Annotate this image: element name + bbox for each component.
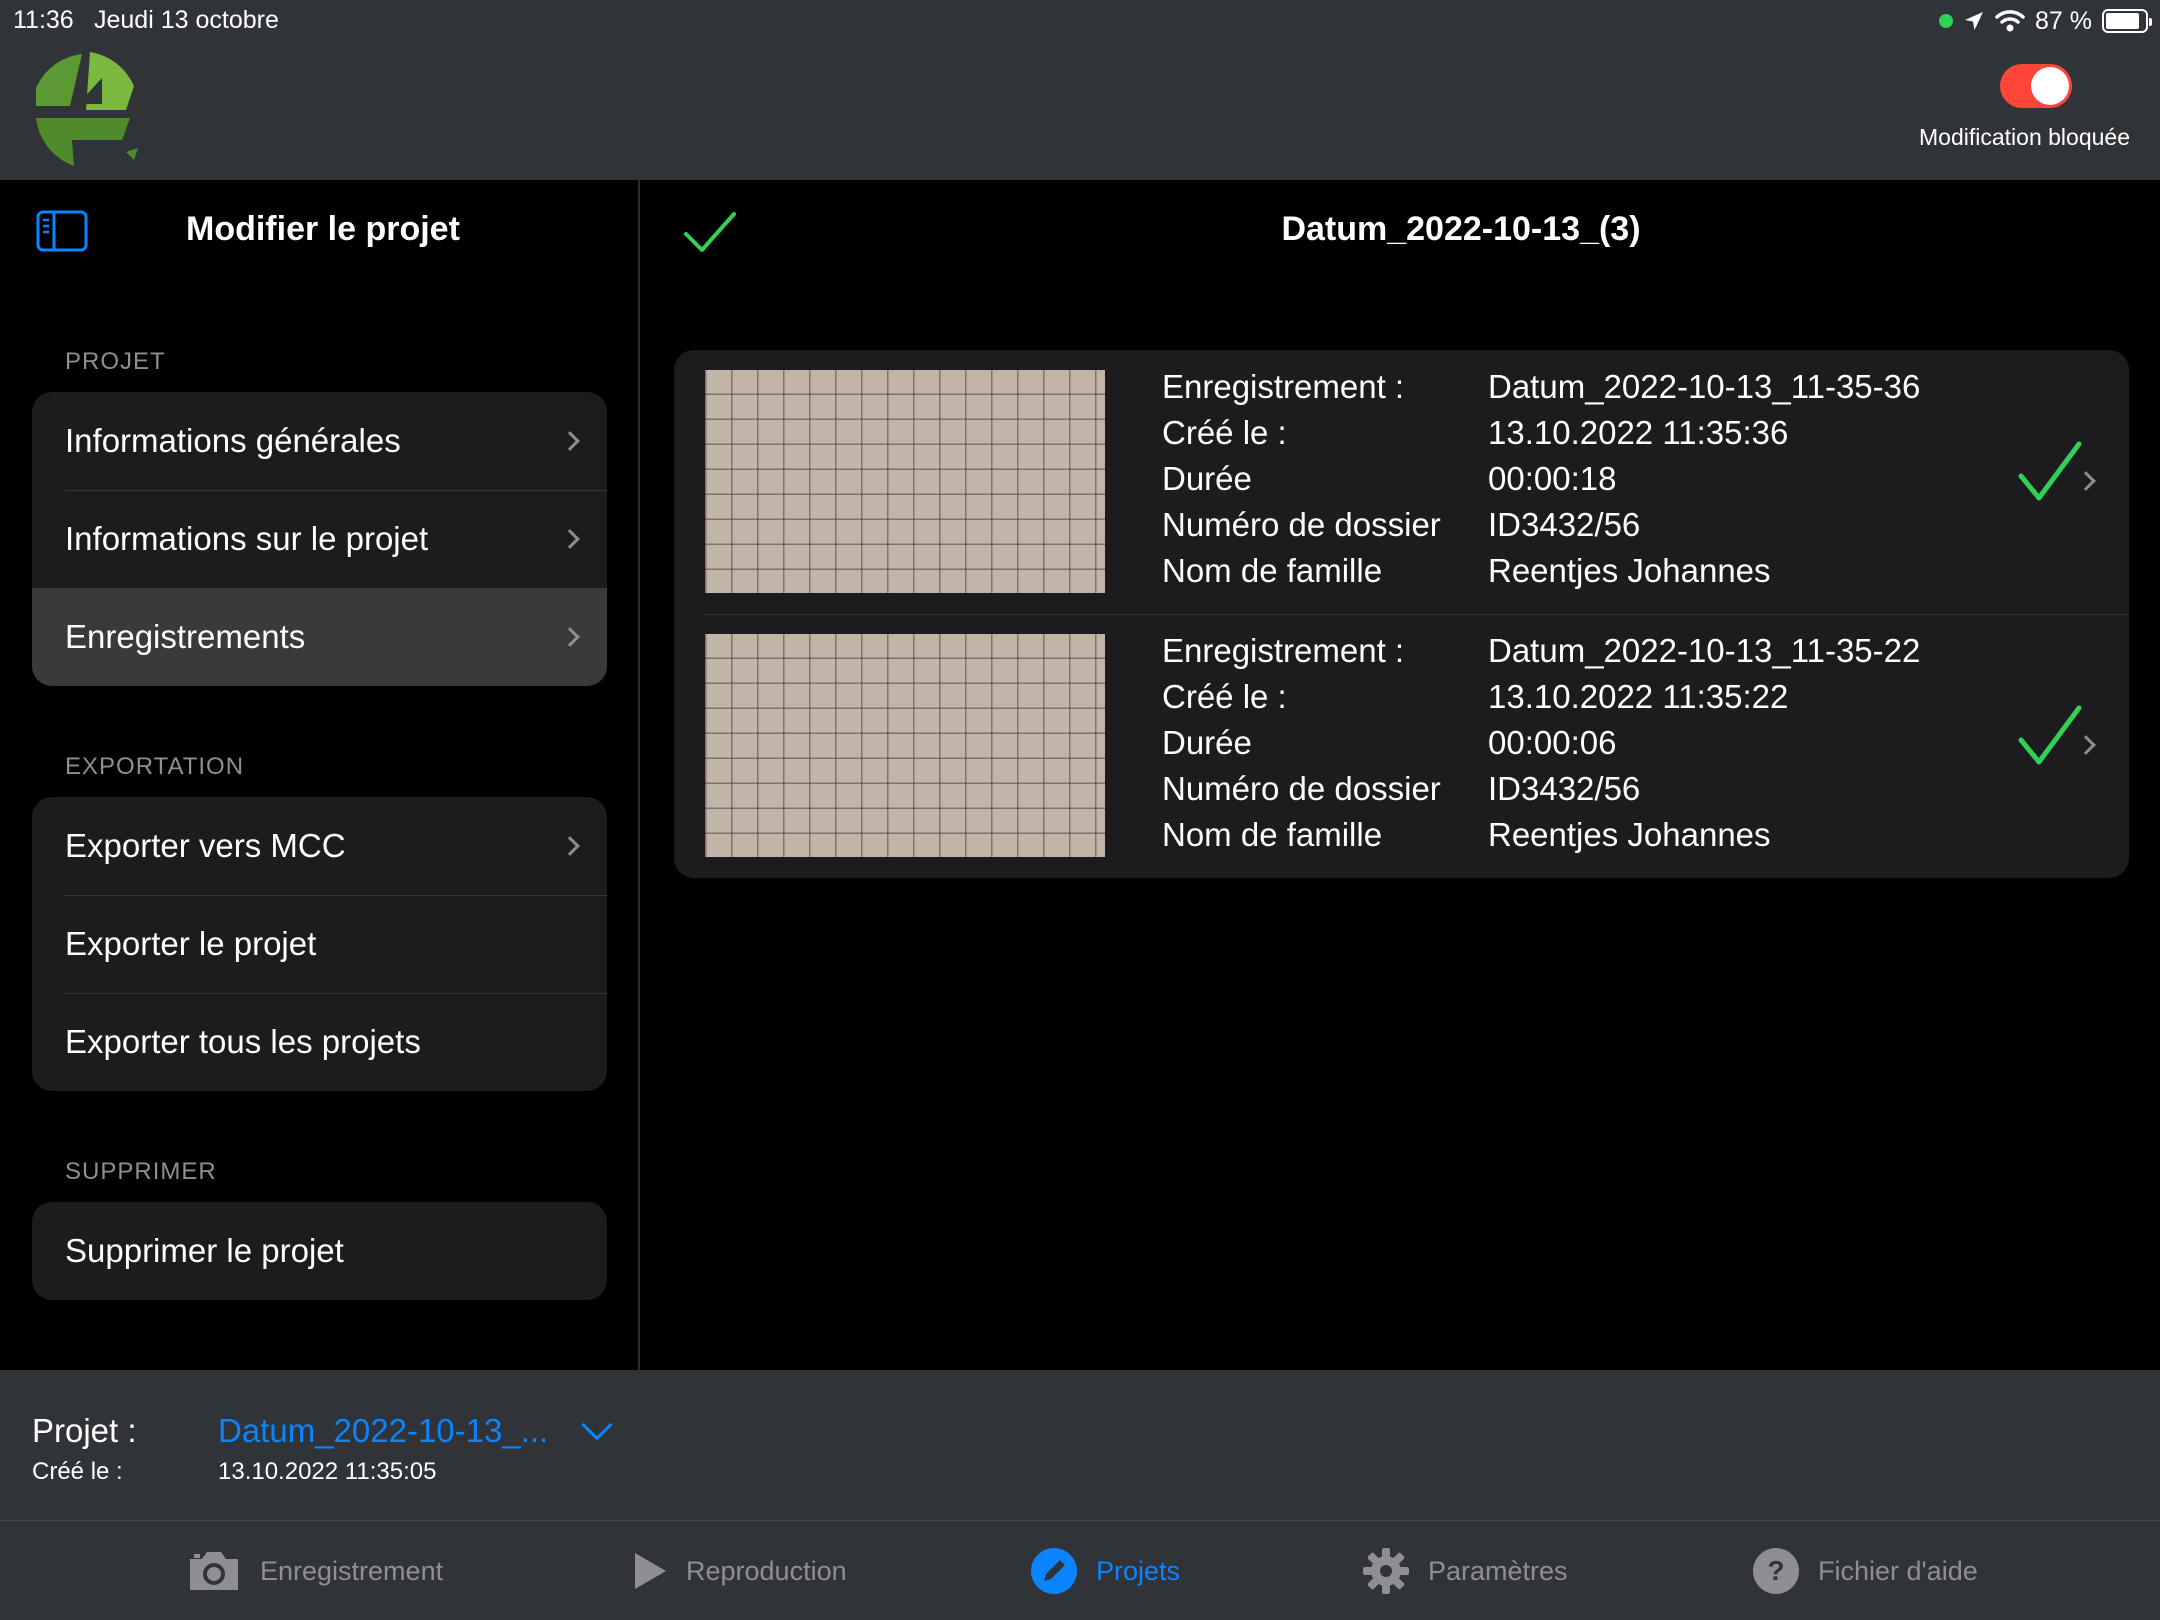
- chevron-down-icon[interactable]: [581, 1409, 613, 1441]
- tab-label: Enregistrement: [260, 1555, 444, 1586]
- recording-file-number: ID3432/56: [1488, 506, 1641, 543]
- help-icon: ?: [1753, 1548, 1799, 1594]
- sidebar-item-delete-project[interactable]: Supprimer le projet: [32, 1202, 607, 1300]
- recording-fields: Enregistrement : Datum_2022-10-13_11-35-2…: [1162, 628, 1920, 858]
- sidebar-item-recordings[interactable]: Enregistrements: [32, 588, 607, 686]
- group-supprimer: Supprimer le projet: [32, 1202, 607, 1300]
- chevron-right-icon: [560, 529, 580, 549]
- sidebar-item-label: Exporter le projet: [65, 925, 317, 962]
- status-indicators: 87 %: [1939, 4, 2152, 38]
- status-time: 11:36: [13, 6, 74, 34]
- gear-icon: [1363, 1548, 1409, 1594]
- recording-thumbnail: [705, 370, 1105, 593]
- battery-percent: 87 %: [2035, 6, 2092, 35]
- sidebar-item-label: Informations générales: [65, 422, 401, 459]
- top-header: 11:36 Jeudi 13 octobre 87 % Modification…: [0, 0, 2160, 180]
- sidebar: Modifier le projet PROJET Informations g…: [0, 180, 640, 1370]
- project-created-label: Créé le :: [32, 1458, 123, 1485]
- play-icon: [635, 1553, 666, 1589]
- sidebar-item-label: Enregistrements: [65, 618, 306, 655]
- project-created-value: 13.10.2022 11:35:05: [218, 1458, 437, 1485]
- recording-created: 13.10.2022 11:35:22: [1488, 678, 1789, 715]
- tab-projets[interactable]: Projets: [1030, 1521, 1180, 1620]
- project-label: Projet :: [32, 1412, 137, 1449]
- tab-parametres[interactable]: Paramètres: [1362, 1521, 1568, 1620]
- app-logo: [36, 52, 138, 166]
- sidebar-item-label: Exporter tous les projets: [65, 1023, 421, 1060]
- sidebar-item-project-info[interactable]: Informations sur le projet: [32, 490, 607, 588]
- chevron-right-icon: [560, 836, 580, 856]
- detail-title: Datum_2022-10-13_(3): [1281, 210, 1641, 248]
- group-projet: Informations générales Informations sur …: [32, 392, 607, 686]
- location-icon: [1965, 12, 1984, 30]
- tab-label: Paramètres: [1428, 1555, 1568, 1586]
- recording-created: 13.10.2022 11:35:36: [1488, 414, 1789, 451]
- recording-duration: 00:00:18: [1488, 460, 1617, 497]
- status-date: Jeudi 13 octobre: [94, 6, 279, 34]
- recording-name: Datum_2022-10-13_11-35-36: [1488, 368, 1921, 405]
- recordings-list: Enregistrement : Datum_2022-10-13_11-35-3…: [674, 350, 2129, 878]
- detail-pane: Datum_2022-10-13_(3) Enregistrement : Dat…: [642, 180, 2160, 1370]
- project-selector[interactable]: Datum_2022-10-13_...: [218, 1412, 548, 1450]
- file-number-label: Numéro de dossier: [1162, 770, 1441, 807]
- recording-label: Enregistrement :: [1162, 632, 1405, 669]
- created-label: Créé le :: [1162, 414, 1287, 451]
- recording-fields: Enregistrement : Datum_2022-10-13_11-35-3…: [1162, 364, 1920, 594]
- recording-file-number: ID3432/56: [1488, 770, 1641, 807]
- recording-row[interactable]: Enregistrement : Datum_2022-10-13_11-35-3…: [674, 350, 2129, 614]
- recording-label: Enregistrement :: [1162, 368, 1405, 405]
- project-bar: Projet : Créé le : Datum_2022-10-13_... …: [0, 1370, 2160, 1520]
- tab-reproduction[interactable]: Reproduction: [632, 1521, 847, 1620]
- recording-duration: 00:00:06: [1488, 724, 1617, 761]
- tab-enregistrement[interactable]: Enregistrement: [186, 1521, 443, 1620]
- camera-in-use-dot: [1939, 14, 1954, 28]
- duration-label: Durée: [1162, 460, 1252, 497]
- recording-thumbnail: [705, 634, 1105, 857]
- sidebar-item-export-project[interactable]: Exporter le projet: [32, 895, 607, 993]
- battery-icon: [2102, 9, 2152, 33]
- battery-level: [2106, 13, 2140, 29]
- svg-text:?: ?: [1767, 1555, 1784, 1586]
- family-name-label: Nom de famille: [1162, 552, 1383, 589]
- section-header-supprimer: SUPPRIMER: [65, 1158, 217, 1185]
- family-name-label: Nom de famille: [1162, 816, 1383, 853]
- file-number-label: Numéro de dossier: [1162, 506, 1441, 543]
- sidebar-item-label: Exporter vers MCC: [65, 827, 346, 864]
- recording-family-name: Reentjes Johannes: [1488, 552, 1771, 589]
- wifi-icon: [1995, 10, 2025, 32]
- tab-bar: Enregistrement Reproduction Projets Para…: [0, 1520, 2160, 1620]
- camera-icon: [190, 1552, 238, 1590]
- modification-lock-label: Modification bloquée: [1919, 124, 2130, 150]
- sidebar-item-export-all[interactable]: Exporter tous les projets: [32, 993, 607, 1091]
- section-header-projet: PROJET: [65, 348, 166, 375]
- duration-label: Durée: [1162, 724, 1252, 761]
- group-exportation: Exporter vers MCC Exporter le projet Exp…: [32, 797, 607, 1091]
- tab-label: Fichier d'aide: [1818, 1555, 1978, 1586]
- sidebar-item-export-mcc[interactable]: Exporter vers MCC: [32, 797, 607, 895]
- chevron-right-icon: [560, 431, 580, 451]
- sidebar-item-general-info[interactable]: Informations générales: [32, 392, 607, 490]
- check-icon: [2018, 441, 2082, 501]
- tab-label: Projets: [1096, 1555, 1181, 1586]
- recording-family-name: Reentjes Johannes: [1488, 816, 1771, 853]
- sidebar-item-label: Informations sur le projet: [65, 520, 429, 557]
- modification-lock-toggle[interactable]: [2000, 64, 2072, 108]
- toggle-knob: [2031, 67, 2069, 105]
- recording-name: Datum_2022-10-13_11-35-22: [1488, 632, 1921, 669]
- recording-row[interactable]: Enregistrement : Datum_2022-10-13_11-35-2…: [674, 614, 2129, 878]
- pencil-icon: [1031, 1548, 1077, 1594]
- sidebar-item-label: Supprimer le projet: [65, 1232, 344, 1269]
- section-header-exportation: EXPORTATION: [65, 753, 245, 780]
- tab-label: Reproduction: [686, 1555, 847, 1586]
- created-label: Créé le :: [1162, 678, 1287, 715]
- chevron-right-icon: [560, 627, 580, 647]
- check-icon: [2018, 705, 2082, 765]
- sidebar-toggle-icon[interactable]: [36, 210, 88, 252]
- tab-fichier-aide[interactable]: ? Fichier d'aide: [1752, 1521, 1978, 1620]
- sidebar-title: Modifier le projet: [186, 210, 460, 248]
